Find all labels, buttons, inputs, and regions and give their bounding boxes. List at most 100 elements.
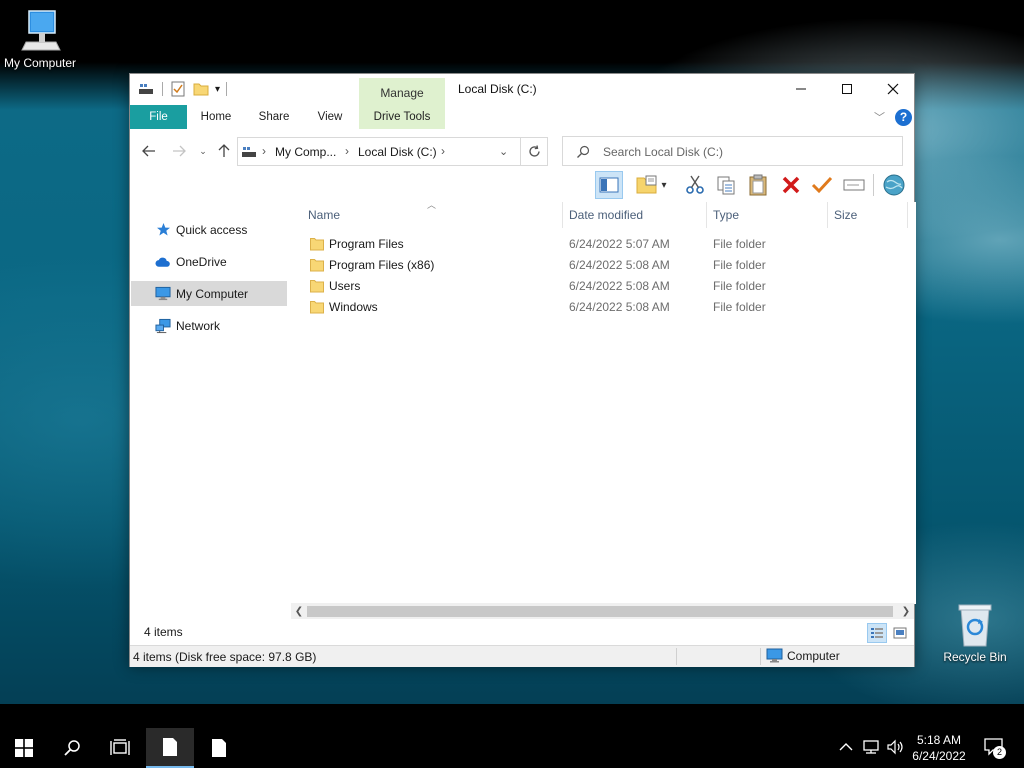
computer-icon xyxy=(21,10,61,51)
refresh-button[interactable] xyxy=(520,137,548,166)
tab-drive-tools[interactable]: Drive Tools xyxy=(359,105,445,129)
folder-icon xyxy=(310,259,324,272)
checkmark-icon xyxy=(811,176,833,194)
tab-share[interactable]: Share xyxy=(248,105,300,129)
tab-home[interactable]: Home xyxy=(190,105,242,129)
rename-button[interactable] xyxy=(840,171,868,199)
scroll-left-icon[interactable]: ❮ xyxy=(291,603,307,619)
desktop-icon-recycle-bin[interactable]: Recycle Bin xyxy=(935,602,1015,664)
windows-logo-icon xyxy=(15,739,33,757)
minimize-button[interactable] xyxy=(778,74,824,104)
column-header-date-modified[interactable]: Date modified xyxy=(563,202,707,228)
folder-icon xyxy=(310,280,324,293)
recent-locations-chevron-icon[interactable]: ⌄ xyxy=(193,141,213,161)
notification-count-badge: 2 xyxy=(993,746,1006,759)
back-button[interactable] xyxy=(139,141,159,161)
folder-icon xyxy=(310,301,324,314)
help-icon[interactable]: ? xyxy=(895,109,912,126)
details-view-button[interactable] xyxy=(867,623,887,643)
file-row[interactable]: Program Files 6/24/2022 5:07 AM File fol… xyxy=(296,234,908,255)
scroll-right-icon[interactable]: ❯ xyxy=(898,603,914,619)
globe-icon xyxy=(883,174,905,196)
copy-icon xyxy=(717,176,735,195)
file-row[interactable]: Users 6/24/2022 5:08 AM File folder xyxy=(296,276,908,297)
layout-pane-icon xyxy=(599,177,619,193)
nav-item-onedrive[interactable]: OneDrive xyxy=(131,249,287,274)
close-button[interactable] xyxy=(870,74,916,104)
show-hidden-icons-chevron-icon[interactable] xyxy=(836,737,856,757)
cut-button[interactable] xyxy=(681,171,709,199)
nav-item-my-computer[interactable]: My Computer xyxy=(131,281,287,306)
network-tray-icon[interactable] xyxy=(861,737,881,757)
qat-separator xyxy=(162,82,163,96)
drive-icon[interactable] xyxy=(138,82,154,96)
status-zone-label: Computer xyxy=(787,648,840,663)
file-date: 6/24/2022 5:07 AM xyxy=(569,237,670,251)
globe-button[interactable] xyxy=(880,171,908,199)
paste-button[interactable] xyxy=(744,171,772,199)
maximize-button[interactable] xyxy=(824,74,870,104)
nav-item-network[interactable]: Network xyxy=(131,313,287,338)
tab-file[interactable]: File xyxy=(130,105,187,129)
file-row[interactable]: Windows 6/24/2022 5:08 AM File folder xyxy=(296,297,908,318)
taskbar-clock[interactable]: 5:18 AM 6/24/2022 xyxy=(904,732,974,764)
properties-check-button[interactable] xyxy=(808,171,836,199)
scrollbar-thumb[interactable] xyxy=(307,606,893,617)
new-folder-icon[interactable] xyxy=(193,82,209,96)
clipboard-icon xyxy=(749,174,767,196)
large-icons-view-button[interactable] xyxy=(890,623,910,643)
up-button[interactable] xyxy=(214,141,234,161)
breadcrumb-my-computer[interactable]: My Comp... xyxy=(275,145,336,159)
column-header-size[interactable]: Size xyxy=(828,202,908,228)
breadcrumb-separator-icon: › xyxy=(441,144,445,158)
breadcrumb-local-disk[interactable]: Local Disk (C:) xyxy=(358,145,437,159)
network-icon xyxy=(155,318,171,334)
address-row: ⌄ › My Comp... › Local Disk (C:) › ⌄ Sea… xyxy=(130,131,914,171)
properties-icon[interactable] xyxy=(171,81,185,97)
file-name: Program Files (x86) xyxy=(329,258,435,272)
refresh-icon xyxy=(529,145,540,157)
file-date: 6/24/2022 5:08 AM xyxy=(569,258,670,272)
desktop-icon-label: My Computer xyxy=(3,56,77,70)
nav-item-label: Quick access xyxy=(176,222,248,237)
taskbar-app-file-explorer[interactable] xyxy=(146,728,194,768)
document-icon xyxy=(212,739,226,757)
column-header-name[interactable]: Name xyxy=(302,202,563,228)
status-zone: Computer xyxy=(766,648,840,663)
close-icon xyxy=(887,83,899,95)
column-header-type[interactable]: Type xyxy=(707,202,828,228)
delete-button[interactable] xyxy=(777,171,805,199)
maximize-icon xyxy=(842,84,852,94)
nav-item-quick-access[interactable]: Quick access xyxy=(131,217,287,242)
folder-icon xyxy=(310,238,324,251)
address-bar[interactable]: › My Comp... › Local Disk (C:) › ⌄ xyxy=(237,137,548,166)
address-dropdown-chevron-icon[interactable]: ⌄ xyxy=(499,145,508,158)
volume-icon[interactable] xyxy=(885,737,905,757)
task-view-icon xyxy=(110,739,130,755)
taskbar-app-document[interactable] xyxy=(195,728,243,768)
task-view-button[interactable] xyxy=(96,728,144,768)
navigation-pane: Quick access OneDrive My Computer Networ… xyxy=(130,202,290,602)
nav-item-label: Network xyxy=(176,318,221,333)
search-taskbar-button[interactable] xyxy=(48,728,96,768)
file-row[interactable]: Program Files (x86) 6/24/2022 5:08 AM Fi… xyxy=(296,255,908,276)
horizontal-scrollbar[interactable]: ❮ ❯ xyxy=(291,603,914,619)
details-view-icon xyxy=(871,628,883,638)
tab-view[interactable]: View xyxy=(306,105,354,129)
desktop-icon-my-computer[interactable]: My Computer xyxy=(0,8,80,70)
delete-x-icon xyxy=(782,176,800,194)
customize-qat-chevron-icon[interactable]: ▾ xyxy=(215,84,220,95)
collapse-ribbon-chevron-icon[interactable]: ﹀ xyxy=(874,109,885,125)
desktop-icon-label: Recycle Bin xyxy=(943,650,1007,664)
file-list: ︿ Name Date modified Type Size Program F… xyxy=(296,200,916,604)
start-button[interactable] xyxy=(0,728,48,768)
clock-date: 6/24/2022 xyxy=(912,749,966,763)
breadcrumb-separator-icon: › xyxy=(262,144,266,158)
copy-button[interactable] xyxy=(712,171,740,199)
view-dropdown-chevron-icon[interactable]: ▾ xyxy=(657,171,671,199)
layout-pane-button[interactable] xyxy=(595,171,623,199)
action-center-button[interactable]: 2 xyxy=(982,737,1006,759)
search-box[interactable]: Search Local Disk (C:) xyxy=(562,136,903,166)
recycle-bin-icon xyxy=(958,604,992,647)
forward-button[interactable] xyxy=(169,141,189,161)
